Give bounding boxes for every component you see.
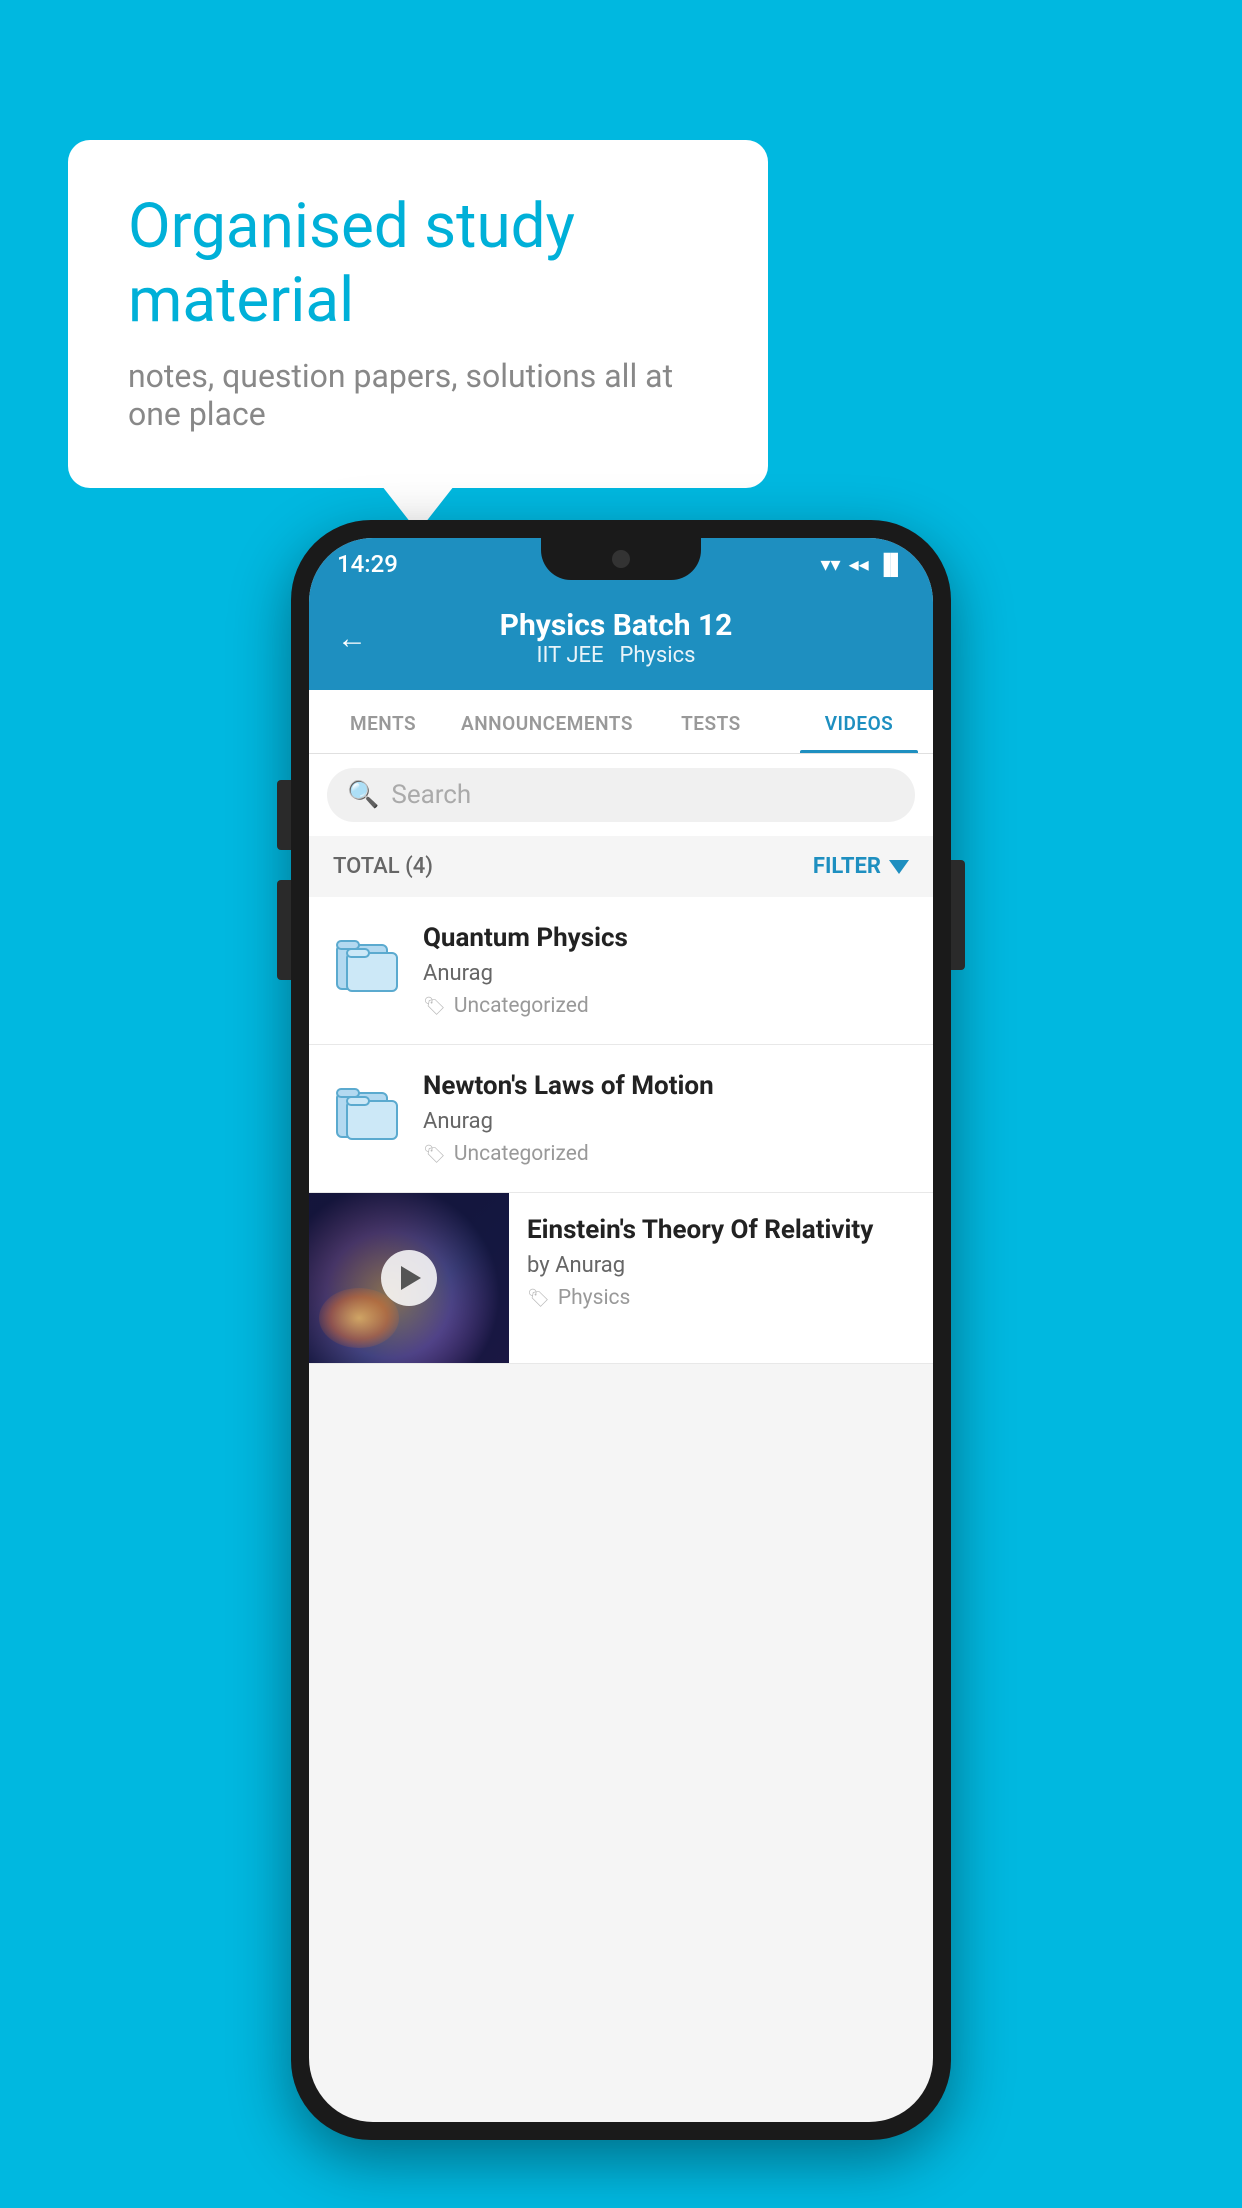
phone-screen: 14:29 ▾▾ ◂◂ ▐▌ ← Physics Batch 12 IIT JE…: [309, 538, 933, 2122]
power-button[interactable]: [951, 860, 965, 970]
video-info: Einstein's Theory Of Relativity by Anura…: [509, 1193, 909, 1332]
tab-ments[interactable]: MENTS: [309, 690, 457, 753]
total-count: TOTAL (4): [333, 854, 433, 879]
phone-outer: 14:29 ▾▾ ◂◂ ▐▌ ← Physics Batch 12 IIT JE…: [291, 520, 951, 2140]
folder-icon: [333, 927, 401, 999]
video-author: Anurag: [423, 961, 909, 986]
camera-dot: [612, 550, 630, 568]
status-icons: ▾▾ ◂◂ ▐▌: [821, 552, 906, 577]
search-icon: 🔍: [347, 780, 379, 810]
bubble-title: Organised study material: [128, 190, 708, 339]
video-list: Quantum Physics Anurag 🏷 Uncategorized: [309, 897, 933, 1364]
tag-label: Uncategorized: [454, 994, 589, 1018]
search-input-wrapper[interactable]: 🔍 Search: [327, 768, 915, 822]
volume-down-button[interactable]: [277, 880, 291, 980]
tag-label: Uncategorized: [454, 1142, 589, 1166]
list-item[interactable]: Quantum Physics Anurag 🏷 Uncategorized: [309, 897, 933, 1045]
tag-icon: 🏷: [423, 996, 446, 1017]
play-button[interactable]: [381, 1250, 437, 1306]
folder-icon: [333, 1075, 401, 1147]
speech-bubble: Organised study material notes, question…: [68, 140, 768, 488]
app-header: ← Physics Batch 12 IIT JEE Physics: [309, 590, 933, 690]
header-main-title: Physics Batch 12: [387, 608, 845, 643]
search-placeholder: Search: [391, 780, 471, 810]
header-subtitle: IIT JEE Physics: [387, 643, 845, 668]
phone-mockup: 14:29 ▾▾ ◂◂ ▐▌ ← Physics Batch 12 IIT JE…: [291, 520, 951, 2140]
filter-label: FILTER: [813, 854, 881, 879]
video-author: Anurag: [423, 1109, 909, 1134]
video-title: Newton's Laws of Motion: [423, 1071, 909, 1101]
filter-bar: TOTAL (4) FILTER: [309, 836, 933, 897]
notch: [541, 538, 701, 580]
header-subtitle-iit: IIT JEE: [537, 643, 604, 668]
speech-bubble-container: Organised study material notes, question…: [68, 140, 768, 488]
signal-icon: ◂◂: [849, 552, 869, 576]
volume-up-button[interactable]: [277, 780, 291, 850]
header-title-group: Physics Batch 12 IIT JEE Physics: [387, 608, 845, 668]
wifi-icon: ▾▾: [821, 552, 841, 576]
filter-button[interactable]: FILTER: [813, 854, 909, 879]
video-info: Newton's Laws of Motion Anurag 🏷 Uncateg…: [423, 1071, 909, 1166]
tag-label: Physics: [558, 1286, 631, 1310]
video-title: Einstein's Theory Of Relativity: [527, 1215, 909, 1245]
filter-triangle-icon: [889, 860, 909, 874]
video-tag: 🏷 Physics: [527, 1286, 909, 1310]
tab-announcements[interactable]: ANNOUNCEMENTS: [457, 690, 637, 753]
video-author: by Anurag: [527, 1253, 909, 1278]
bubble-subtitle: notes, question papers, solutions all at…: [128, 357, 708, 433]
play-icon: [401, 1266, 421, 1290]
tab-tests[interactable]: TESTS: [637, 690, 785, 753]
tag-icon: 🏷: [527, 1288, 550, 1309]
tab-bar: MENTS ANNOUNCEMENTS TESTS VIDEOS: [309, 690, 933, 754]
back-button[interactable]: ←: [337, 621, 367, 656]
video-tag: 🏷 Uncategorized: [423, 1142, 909, 1166]
video-thumbnail: [309, 1193, 509, 1363]
status-time: 14:29: [337, 550, 398, 578]
tab-videos[interactable]: VIDEOS: [785, 690, 933, 753]
video-info: Quantum Physics Anurag 🏷 Uncategorized: [423, 923, 909, 1018]
list-item[interactable]: Newton's Laws of Motion Anurag 🏷 Uncateg…: [309, 1045, 933, 1193]
header-subtitle-physics: Physics: [619, 643, 695, 668]
list-item[interactable]: Einstein's Theory Of Relativity by Anura…: [309, 1193, 933, 1364]
video-tag: 🏷 Uncategorized: [423, 994, 909, 1018]
search-container: 🔍 Search: [309, 754, 933, 836]
battery-icon: ▐▌: [877, 552, 905, 577]
tag-icon: 🏷: [423, 1144, 446, 1165]
video-title: Quantum Physics: [423, 923, 909, 953]
